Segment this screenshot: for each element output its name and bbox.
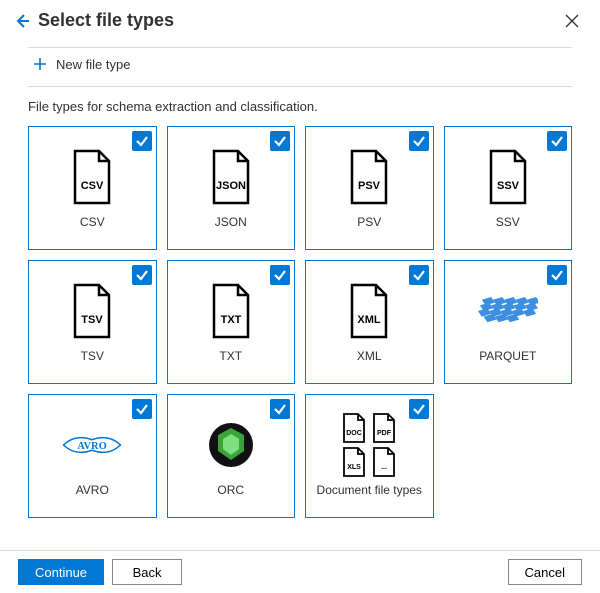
file-type-icon: SSV xyxy=(478,147,538,207)
file-type-label: PARQUET xyxy=(479,349,536,363)
checkmark-icon xyxy=(270,265,290,285)
new-file-type-label: New file type xyxy=(56,57,130,72)
file-type-label: TXT xyxy=(219,349,242,363)
checkmark-icon xyxy=(132,131,152,151)
file-type-tile[interactable]: PARQUET xyxy=(444,260,573,384)
file-type-icon: CSV xyxy=(62,147,122,207)
new-file-type-button[interactable]: New file type xyxy=(28,48,572,80)
file-type-icon: DOC PDF XLS ... xyxy=(339,415,399,475)
checkmark-icon xyxy=(547,265,567,285)
file-type-label: XML xyxy=(357,349,382,363)
file-type-icon xyxy=(201,415,261,475)
svg-text:DOC: DOC xyxy=(346,430,362,437)
file-type-icon: JSON xyxy=(201,147,261,207)
checkmark-icon xyxy=(409,265,429,285)
dialog-header: Select file types xyxy=(0,0,600,41)
file-type-label: PSV xyxy=(357,215,381,229)
back-button[interactable]: Back xyxy=(112,559,182,585)
svg-text:CSV: CSV xyxy=(81,180,104,192)
file-type-tile[interactable]: TXT TXT xyxy=(167,260,296,384)
file-type-label: ORC xyxy=(217,483,244,497)
file-type-label: SSV xyxy=(496,215,520,229)
file-type-icon xyxy=(478,281,538,341)
file-type-icon: TXT xyxy=(201,281,261,341)
plus-icon xyxy=(32,56,48,72)
file-type-tile[interactable]: XML XML xyxy=(305,260,434,384)
file-type-label: TSV xyxy=(81,349,104,363)
file-type-icon: PSV xyxy=(339,147,399,207)
divider xyxy=(28,86,572,87)
file-type-icon: XML xyxy=(339,281,399,341)
svg-text:JSON: JSON xyxy=(216,180,246,192)
svg-text:PDF: PDF xyxy=(377,430,392,437)
file-type-label: JSON xyxy=(215,215,247,229)
back-arrow-icon[interactable] xyxy=(12,11,32,31)
checkmark-icon xyxy=(547,131,567,151)
file-type-tile[interactable]: CSV CSV xyxy=(28,126,157,250)
svg-text:TXT: TXT xyxy=(220,314,241,326)
svg-text:PSV: PSV xyxy=(358,180,381,192)
file-type-grid: CSV CSV JSON JSON PSV PSV SSV SSV TSV TS… xyxy=(28,126,572,518)
checkmark-icon xyxy=(270,399,290,419)
file-type-tile[interactable]: AVRO AVRO xyxy=(28,394,157,518)
description-text: File types for schema extraction and cla… xyxy=(28,99,572,114)
svg-text:XLS: XLS xyxy=(347,464,361,471)
file-type-tile[interactable]: PSV PSV xyxy=(305,126,434,250)
file-type-icon: AVRO xyxy=(62,415,122,475)
checkmark-icon xyxy=(409,131,429,151)
svg-text:TSV: TSV xyxy=(82,314,104,326)
checkmark-icon xyxy=(132,399,152,419)
close-icon[interactable] xyxy=(562,11,582,31)
file-type-label: AVRO xyxy=(76,483,109,497)
file-type-tile[interactable]: JSON JSON xyxy=(167,126,296,250)
checkmark-icon xyxy=(132,265,152,285)
checkmark-icon xyxy=(409,399,429,419)
spacer xyxy=(190,559,499,585)
dialog-title: Select file types xyxy=(38,10,562,31)
cancel-button[interactable]: Cancel xyxy=(508,559,582,585)
file-type-label: CSV xyxy=(80,215,105,229)
file-type-tile[interactable]: SSV SSV xyxy=(444,126,573,250)
svg-text:...: ... xyxy=(381,464,387,471)
file-type-tile[interactable]: TSV TSV xyxy=(28,260,157,384)
svg-text:SSV: SSV xyxy=(497,180,520,192)
file-type-label: Document file types xyxy=(317,483,422,497)
file-type-tile[interactable]: ORC xyxy=(167,394,296,518)
dialog-content: New file type File types for schema extr… xyxy=(0,47,600,518)
file-type-tile[interactable]: DOC PDF XLS ... Document file types xyxy=(305,394,434,518)
dialog-footer: Continue Back Cancel xyxy=(0,550,600,593)
checkmark-icon xyxy=(270,131,290,151)
continue-button[interactable]: Continue xyxy=(18,559,104,585)
file-type-icon: TSV xyxy=(62,281,122,341)
svg-text:XML: XML xyxy=(358,314,382,326)
svg-text:AVRO: AVRO xyxy=(77,441,107,452)
